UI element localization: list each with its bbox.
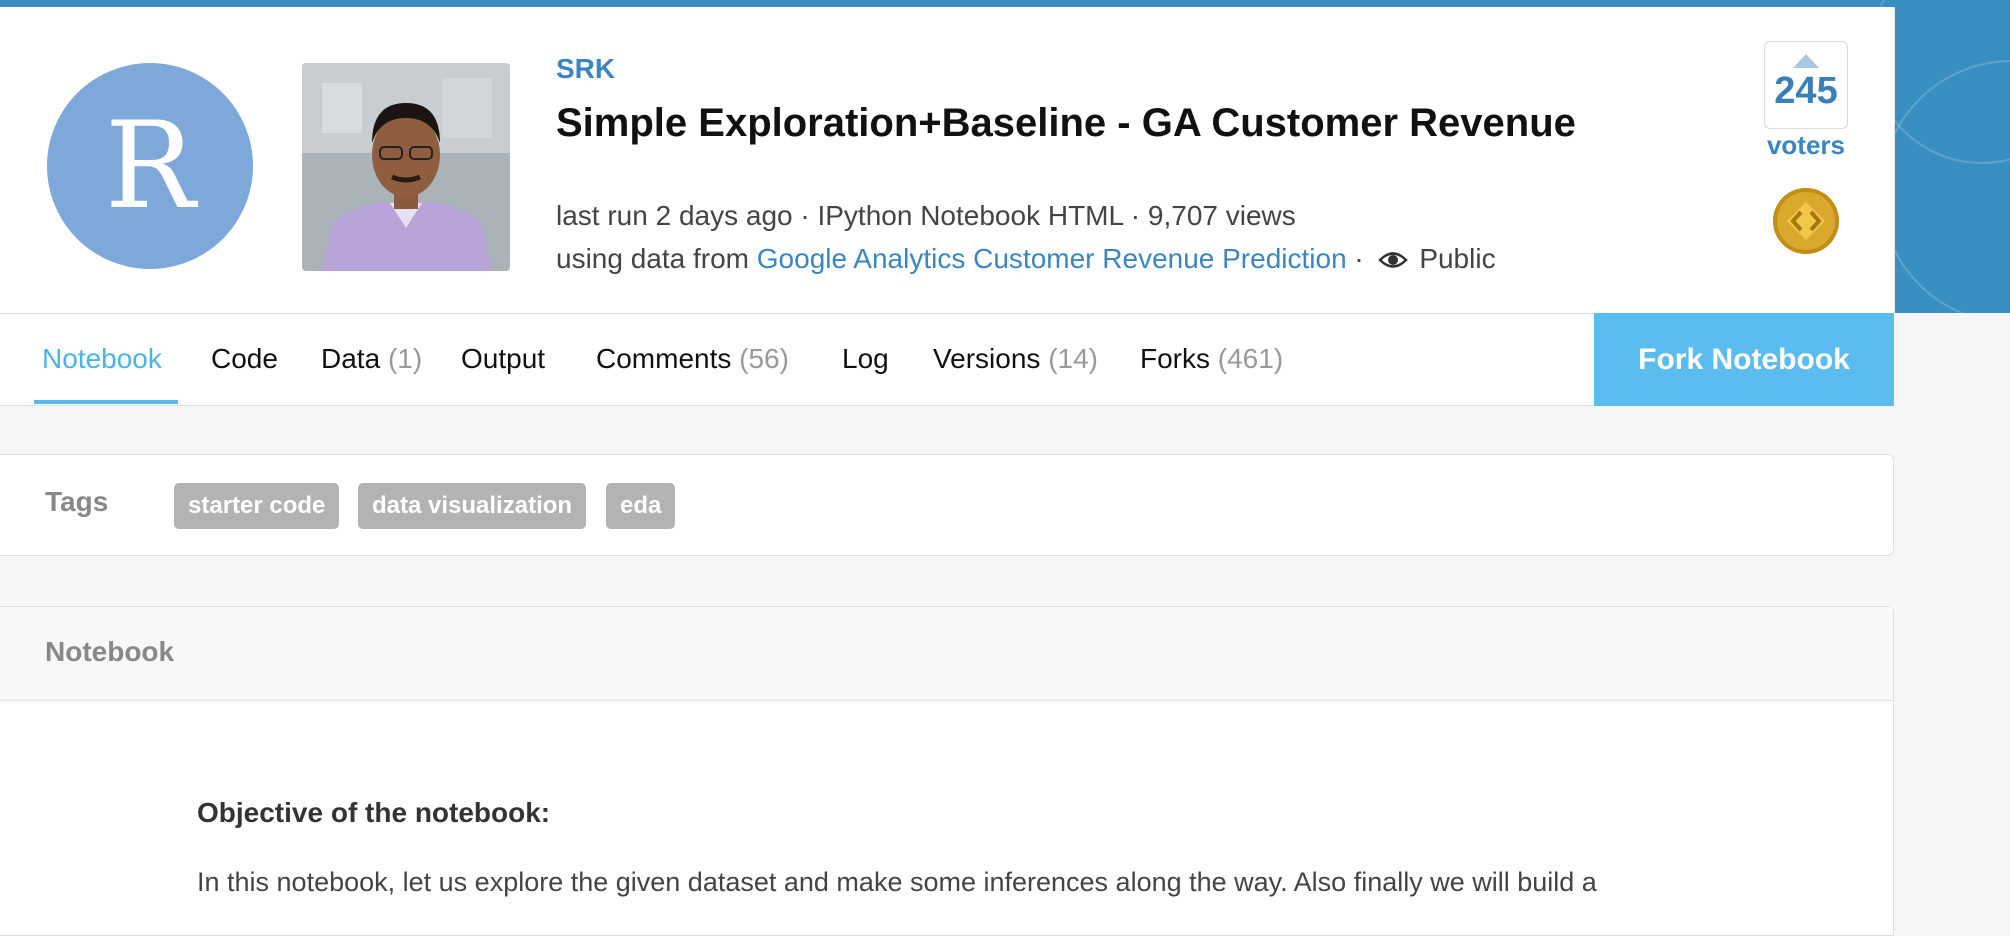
tab-data[interactable]: Data (1) (321, 314, 422, 406)
tab-code[interactable]: Code (211, 314, 278, 406)
tab-log[interactable]: Log (842, 314, 889, 406)
tags-section: Tags starter code data visualization eda (0, 454, 1894, 556)
eye-icon (1377, 252, 1408, 268)
kernel-data-source: using data from Google Analytics Custome… (556, 243, 1496, 275)
tab-versions[interactable]: Versions (14) (933, 314, 1098, 406)
notebook-paragraph: In this notebook, let us explore the giv… (197, 867, 1597, 897)
medal-icon (1773, 188, 1839, 254)
using-data-label: using data from (556, 243, 749, 274)
kernel-meta: last run 2 days ago · IPython Notebook H… (556, 200, 1296, 231)
voters-link[interactable]: voters (1764, 130, 1848, 161)
vote-count: 245 (1774, 70, 1838, 112)
tag-eda[interactable]: eda (606, 483, 676, 529)
objective-heading: Objective of the notebook: (197, 797, 551, 828)
notebook-header-label: Notebook (45, 636, 175, 667)
kernel-title: Simple Exploration+Baseline - GA Custome… (556, 101, 1576, 145)
notebook-section: Notebook Objective of the notebook: In t… (0, 606, 1894, 936)
kernel-avatar: R (47, 63, 253, 269)
kernel-header: R SRK Simple Exploration+Baseline - GA C… (0, 7, 1895, 313)
tags-label: Tags (45, 486, 109, 517)
upvote-button[interactable]: 245 (1764, 41, 1848, 129)
meta-separator: · (1354, 243, 1364, 274)
fork-notebook-button[interactable]: Fork Notebook (1594, 313, 1894, 406)
tab-comments[interactable]: Comments (56) (596, 314, 789, 406)
author-photo-image (302, 63, 510, 271)
tag-data-visualization[interactable]: data visualization (358, 483, 587, 529)
author-avatar[interactable] (302, 63, 510, 271)
tag-starter-code[interactable]: starter code (174, 483, 340, 529)
author-link[interactable]: SRK (556, 53, 615, 85)
tab-forks[interactable]: Forks (461) (1140, 314, 1283, 406)
active-tab-indicator (34, 400, 178, 404)
tab-output[interactable]: Output (461, 314, 545, 406)
visibility-label: Public (1419, 243, 1496, 274)
tab-notebook[interactable]: Notebook (42, 314, 162, 406)
upvote-arrow-icon (1793, 54, 1819, 68)
dataset-link[interactable]: Google Analytics Customer Revenue Predic… (757, 243, 1347, 274)
notebook-section-header: Notebook (0, 607, 1893, 701)
